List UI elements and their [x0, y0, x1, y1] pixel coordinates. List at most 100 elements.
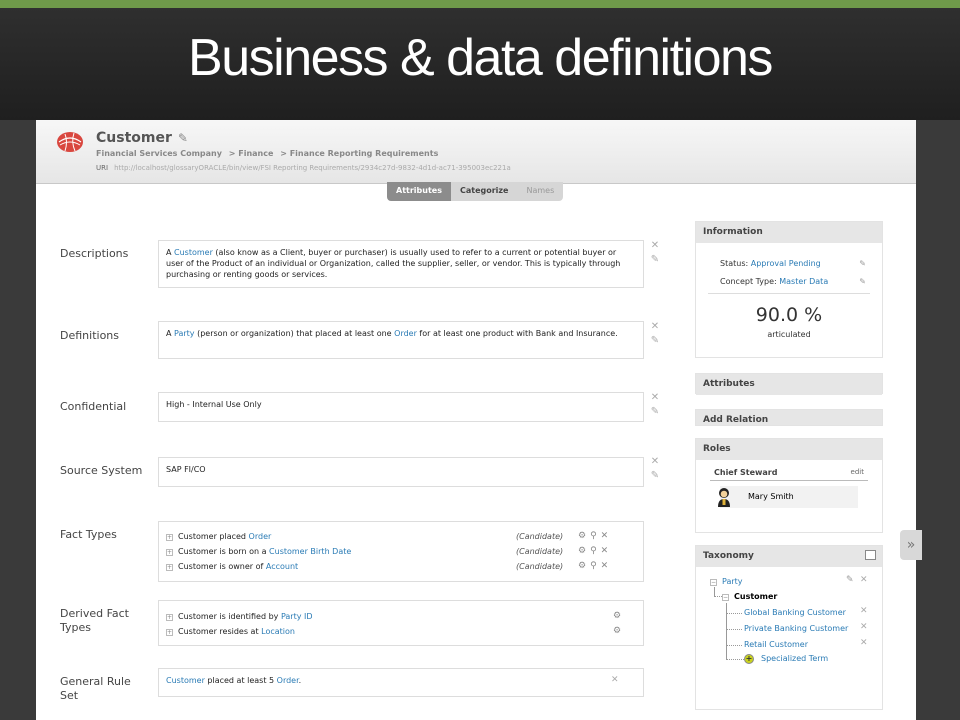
expand-panel-icon[interactable] — [865, 550, 876, 560]
rule-text-end: . — [298, 676, 302, 685]
row-action-icons: ⚙⚲✕ — [578, 529, 612, 544]
divider — [710, 480, 868, 481]
collapse-minus-icon[interactable]: − — [710, 579, 717, 586]
fact-link-order[interactable]: Order — [249, 532, 272, 541]
child-term-global[interactable]: Global Banking Customer — [744, 607, 846, 619]
parent-term-link[interactable]: Party — [722, 577, 743, 586]
concept-title: Customer ✎ — [96, 130, 188, 146]
delete-icon[interactable]: ✕ — [648, 239, 662, 253]
confidential-box[interactable]: High - Internal Use Only — [158, 392, 644, 422]
customer-link[interactable]: Customer — [174, 248, 213, 257]
gear-icon[interactable]: ⚙ — [578, 561, 590, 571]
add-plus-icon[interactable]: + — [744, 654, 754, 664]
status-badge: (Candidate) — [516, 562, 564, 571]
edit-pencil-icon[interactable]: ✎ — [859, 273, 866, 291]
delete-icon[interactable]: ✕ — [860, 575, 868, 585]
rule-link-customer[interactable]: Customer — [166, 676, 205, 685]
information-panel-title: Information — [696, 222, 882, 243]
source-system-box[interactable]: SAP FI/CO — [158, 457, 644, 487]
breadcrumb-item-company[interactable]: Financial Services Company — [96, 149, 222, 158]
rule-link-order[interactable]: Order — [277, 676, 299, 685]
delete-icon[interactable]: ✕ — [601, 546, 613, 556]
delete-icon[interactable]: ✕ — [648, 391, 662, 405]
tab-bar: Attributes Categorize Names — [387, 182, 564, 201]
fact-types-label: Fact Types — [60, 528, 117, 541]
taxonomy-current: − Customer — [722, 591, 777, 603]
uri-line: URI http://localhost/glossaryORACLE/bin/v… — [96, 164, 511, 172]
expand-plus-icon[interactable]: + — [166, 629, 173, 636]
search-icon[interactable]: ⚲ — [590, 561, 601, 571]
confidential-actions: ✕ ✎ — [648, 391, 662, 419]
status-badge: (Candidate) — [516, 547, 564, 556]
collapse-sidebar-chevron-icon[interactable]: » — [900, 530, 922, 560]
delete-icon[interactable]: ✕ — [860, 606, 868, 616]
attributes-panel[interactable]: Attributes — [695, 373, 883, 395]
glossary-page: Customer ✎ Financial Services Company > F… — [36, 120, 916, 720]
fact-link-birth-date[interactable]: Customer Birth Date — [269, 547, 351, 556]
general-rule-set-box[interactable]: Customer placed at least 5 Order. ✕ — [158, 668, 644, 697]
expand-plus-icon[interactable]: + — [166, 614, 173, 621]
add-relation-panel[interactable]: Add Relation — [695, 409, 883, 426]
edit-pencil-icon[interactable]: ✎ — [648, 253, 662, 267]
current-term: Customer — [734, 592, 778, 601]
tab-names[interactable]: Names — [517, 182, 564, 201]
tree-connector — [726, 613, 742, 614]
tree-connector — [714, 596, 722, 597]
breadcrumb-item-reporting[interactable]: > Finance Reporting Requirements — [280, 149, 438, 158]
breadcrumb-item-finance[interactable]: > Finance — [229, 149, 274, 158]
edit-pencil-icon[interactable]: ✎ — [846, 575, 854, 585]
fact-link-party-id[interactable]: Party ID — [281, 612, 313, 621]
roles-panel: Roles Chief Steward edit Mary Smith — [695, 438, 883, 533]
confidential-label: Confidential — [60, 400, 127, 413]
status-value[interactable]: Approval Pending — [751, 259, 821, 268]
search-icon[interactable]: ⚲ — [590, 531, 601, 541]
expand-plus-icon[interactable]: + — [166, 534, 173, 541]
order-link[interactable]: Order — [394, 329, 417, 338]
tab-categorize[interactable]: Categorize — [450, 182, 518, 201]
gear-icon[interactable]: ⚙ — [613, 624, 621, 639]
search-icon[interactable]: ⚲ — [590, 546, 601, 556]
expand-plus-icon[interactable]: + — [166, 549, 173, 556]
edit-title-pencil-icon[interactable]: ✎ — [178, 131, 188, 145]
edit-pencil-icon[interactable]: ✎ — [859, 255, 866, 273]
concept-logo-icon — [57, 132, 83, 152]
delete-icon[interactable]: ✕ — [648, 455, 662, 469]
edit-role-link[interactable]: edit — [851, 468, 864, 476]
descriptions-actions: ✕ ✎ — [648, 239, 662, 267]
row-action-icons: ⚙⚲✕ — [578, 544, 612, 559]
expand-plus-icon[interactable]: + — [166, 564, 173, 571]
delete-icon[interactable]: ✕ — [860, 622, 868, 632]
edit-pencil-icon[interactable]: ✎ — [648, 469, 662, 483]
steward-user[interactable]: Mary Smith — [718, 486, 858, 508]
delete-icon[interactable]: ✕ — [601, 531, 613, 541]
party-link[interactable]: Party — [174, 329, 195, 338]
delete-icon[interactable]: ✕ — [611, 675, 619, 686]
child-term-private[interactable]: Private Banking Customer — [744, 623, 848, 635]
delete-icon[interactable]: ✕ — [860, 638, 868, 648]
concept-title-text: Customer — [96, 130, 172, 146]
gear-icon[interactable]: ⚙ — [578, 546, 590, 556]
fact-text: Customer is owner of — [178, 562, 266, 571]
edit-pencil-icon[interactable]: ✎ — [648, 405, 662, 419]
edit-pencil-icon[interactable]: ✎ — [648, 334, 662, 348]
fact-link-account[interactable]: Account — [266, 562, 298, 571]
definitions-label: Definitions — [60, 329, 119, 342]
tab-attributes[interactable]: Attributes — [387, 182, 451, 201]
concept-type-value[interactable]: Master Data — [779, 277, 828, 286]
gear-icon[interactable]: ⚙ — [578, 531, 590, 541]
slide-title: Business & data definitions — [188, 29, 773, 87]
source-system-actions: ✕ ✎ — [648, 455, 662, 483]
add-specialized-term-link[interactable]: Specialized Term — [761, 653, 828, 665]
roles-panel-title: Roles — [696, 439, 882, 460]
descriptions-box[interactable]: A Customer (also know as a Client, buyer… — [158, 240, 644, 288]
table-row: + Customer is born on a Customer Birth Da… — [166, 544, 636, 559]
delete-icon[interactable]: ✕ — [601, 561, 613, 571]
articulated-label: articulated — [767, 330, 811, 339]
delete-icon[interactable]: ✕ — [648, 320, 662, 334]
fact-link-location[interactable]: Location — [261, 627, 295, 636]
uri-value: http://localhost/glossaryORACLE/bin/view… — [114, 164, 511, 172]
definitions-box[interactable]: A Party (person or organization) that pl… — [158, 321, 644, 359]
gear-icon[interactable]: ⚙ — [613, 609, 621, 624]
collapse-minus-icon[interactable]: − — [722, 594, 729, 601]
child-term-retail[interactable]: Retail Customer — [744, 639, 808, 651]
